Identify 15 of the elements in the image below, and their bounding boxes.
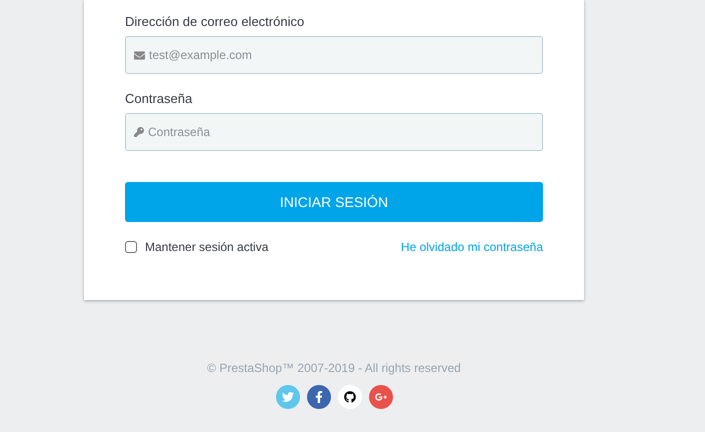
- password-label: Contraseña: [125, 90, 194, 108]
- password-field[interactable]: Contraseña: [125, 113, 543, 151]
- g-plus-icon: [374, 391, 386, 403]
- remember-checkbox[interactable]: [125, 241, 137, 253]
- key-icon: [134, 127, 144, 137]
- email-label: Dirección de correo electrónico: [125, 13, 306, 31]
- cat-icon: [344, 391, 356, 403]
- remember-label: Mantener sesión activa: [145, 239, 268, 256]
- forgot-password-link[interactable]: He olvidado mi contraseña: [400, 238, 543, 256]
- bird-icon: [282, 391, 294, 403]
- copyright-text: © PrestaShop™ 2007-2019 - All rights reserved: [207, 360, 461, 377]
- envelope-icon: [134, 50, 145, 61]
- social-link[interactable]: [338, 385, 362, 409]
- email-field[interactable]: test@example.com: [125, 36, 543, 74]
- login-button[interactable]: INICIAR SESIÓN: [125, 182, 543, 222]
